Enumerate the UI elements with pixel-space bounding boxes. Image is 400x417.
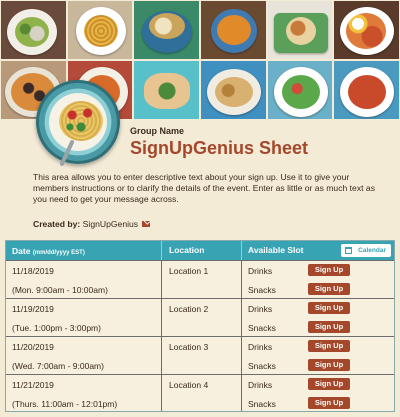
time-range: (Thurs. 11:00am - 12:01pm) — [12, 399, 118, 409]
date-value: 11/18/2019 — [12, 266, 54, 276]
group-name-label: Group Name — [130, 126, 185, 136]
time-range: (Wed. 7:00am - 9:00am) — [12, 361, 104, 371]
row-date: 11/21/2019 (Thurs. 11:00am - 12:01pm) — [6, 375, 161, 411]
food-photo — [133, 60, 200, 120]
row-slots: Drinks Sign Up Snacks Sign Up — [241, 299, 394, 336]
location-value: Location 1 — [161, 261, 241, 298]
created-by: Created by: SignUpGenius — [33, 219, 151, 229]
sign-up-button[interactable]: Sign Up — [308, 321, 350, 333]
slot-name: Drinks — [248, 380, 273, 390]
row-slots: Drinks Sign Up Snacks Sign Up — [241, 375, 394, 411]
mail-icon[interactable] — [142, 221, 151, 227]
food-photo — [0, 0, 67, 60]
date-format-label: (mm/dd/yyyy EST) — [32, 249, 85, 256]
column-header-date: Date (mm/dd/yyyy EST) — [6, 246, 161, 256]
calendar-icon — [345, 247, 352, 254]
food-photo — [66, 0, 134, 60]
pasta-plate-photo — [36, 80, 120, 167]
slot-name: Snacks — [248, 323, 276, 333]
sign-up-button[interactable]: Sign Up — [308, 302, 350, 314]
slot-header-label: Available Slot — [248, 245, 304, 255]
created-by-label: Created by: — [33, 219, 81, 229]
food-photo — [333, 60, 400, 120]
row-date: 11/18/2019 (Mon. 9:00am - 10:00am) — [6, 261, 161, 298]
slot-name: Snacks — [248, 399, 276, 409]
location-value: Location 3 — [161, 337, 241, 374]
sign-up-button[interactable]: Sign Up — [308, 359, 350, 371]
food-photo — [266, 0, 334, 60]
table-row: 11/19/2019 (Tue. 1:00pm - 3:00pm) Locati… — [6, 298, 394, 336]
time-range: (Tue. 1:00pm - 3:00pm) — [12, 323, 101, 333]
table-header: Date (mm/dd/yyyy EST) Location Available… — [6, 241, 394, 260]
column-header-slot: Available Slot Calendar — [241, 241, 394, 260]
row-date: 11/20/2019 (Wed. 7:00am - 9:00am) — [6, 337, 161, 374]
location-value: Location 4 — [161, 375, 241, 411]
creator-name: SignUpGenius — [82, 219, 139, 229]
slot-name: Drinks — [248, 304, 273, 314]
food-photo — [333, 0, 400, 60]
time-range: (Mon. 9:00am - 10:00am) — [12, 285, 108, 295]
sign-up-button[interactable]: Sign Up — [308, 283, 350, 295]
calendar-button-label: Calendar — [358, 247, 386, 254]
row-slots: Drinks Sign Up Snacks Sign Up — [241, 261, 394, 298]
sign-up-button[interactable]: Sign Up — [308, 264, 350, 276]
page-title: SignUpGenius Sheet — [130, 138, 309, 158]
column-header-location: Location — [161, 241, 241, 260]
calendar-button[interactable]: Calendar — [341, 244, 391, 257]
food-photo — [199, 60, 267, 120]
slot-name: Drinks — [248, 266, 273, 276]
table-row: 11/21/2019 (Thurs. 11:00am - 12:01pm) Lo… — [6, 374, 394, 411]
sign-up-button[interactable]: Sign Up — [308, 340, 350, 352]
date-header-label: Date — [12, 245, 31, 256]
food-photo — [133, 0, 200, 60]
table-row: 11/20/2019 (Wed. 7:00am - 9:00am) Locati… — [6, 336, 394, 374]
pasta-image — [59, 101, 103, 141]
slot-name: Drinks — [248, 342, 273, 352]
slot-name: Snacks — [248, 361, 276, 371]
date-value: 11/20/2019 — [12, 342, 54, 352]
row-date: 11/19/2019 (Tue. 1:00pm - 3:00pm) — [6, 299, 161, 336]
signup-table: Date (mm/dd/yyyy EST) Location Available… — [5, 240, 395, 412]
food-photo — [199, 0, 267, 60]
sign-up-button[interactable]: Sign Up — [308, 378, 350, 390]
date-value: 11/19/2019 — [12, 304, 54, 314]
slot-name: Snacks — [248, 285, 276, 295]
row-slots: Drinks Sign Up Snacks Sign Up — [241, 337, 394, 374]
sheet-description: This area allows you to enter descriptiv… — [33, 172, 375, 204]
location-value: Location 2 — [161, 299, 241, 336]
fork-image — [59, 139, 75, 167]
food-photo — [266, 60, 334, 120]
date-value: 11/21/2019 — [12, 380, 54, 390]
sign-up-button[interactable]: Sign Up — [308, 397, 350, 409]
table-row: 11/18/2019 (Mon. 9:00am - 10:00am) Locat… — [6, 260, 394, 298]
